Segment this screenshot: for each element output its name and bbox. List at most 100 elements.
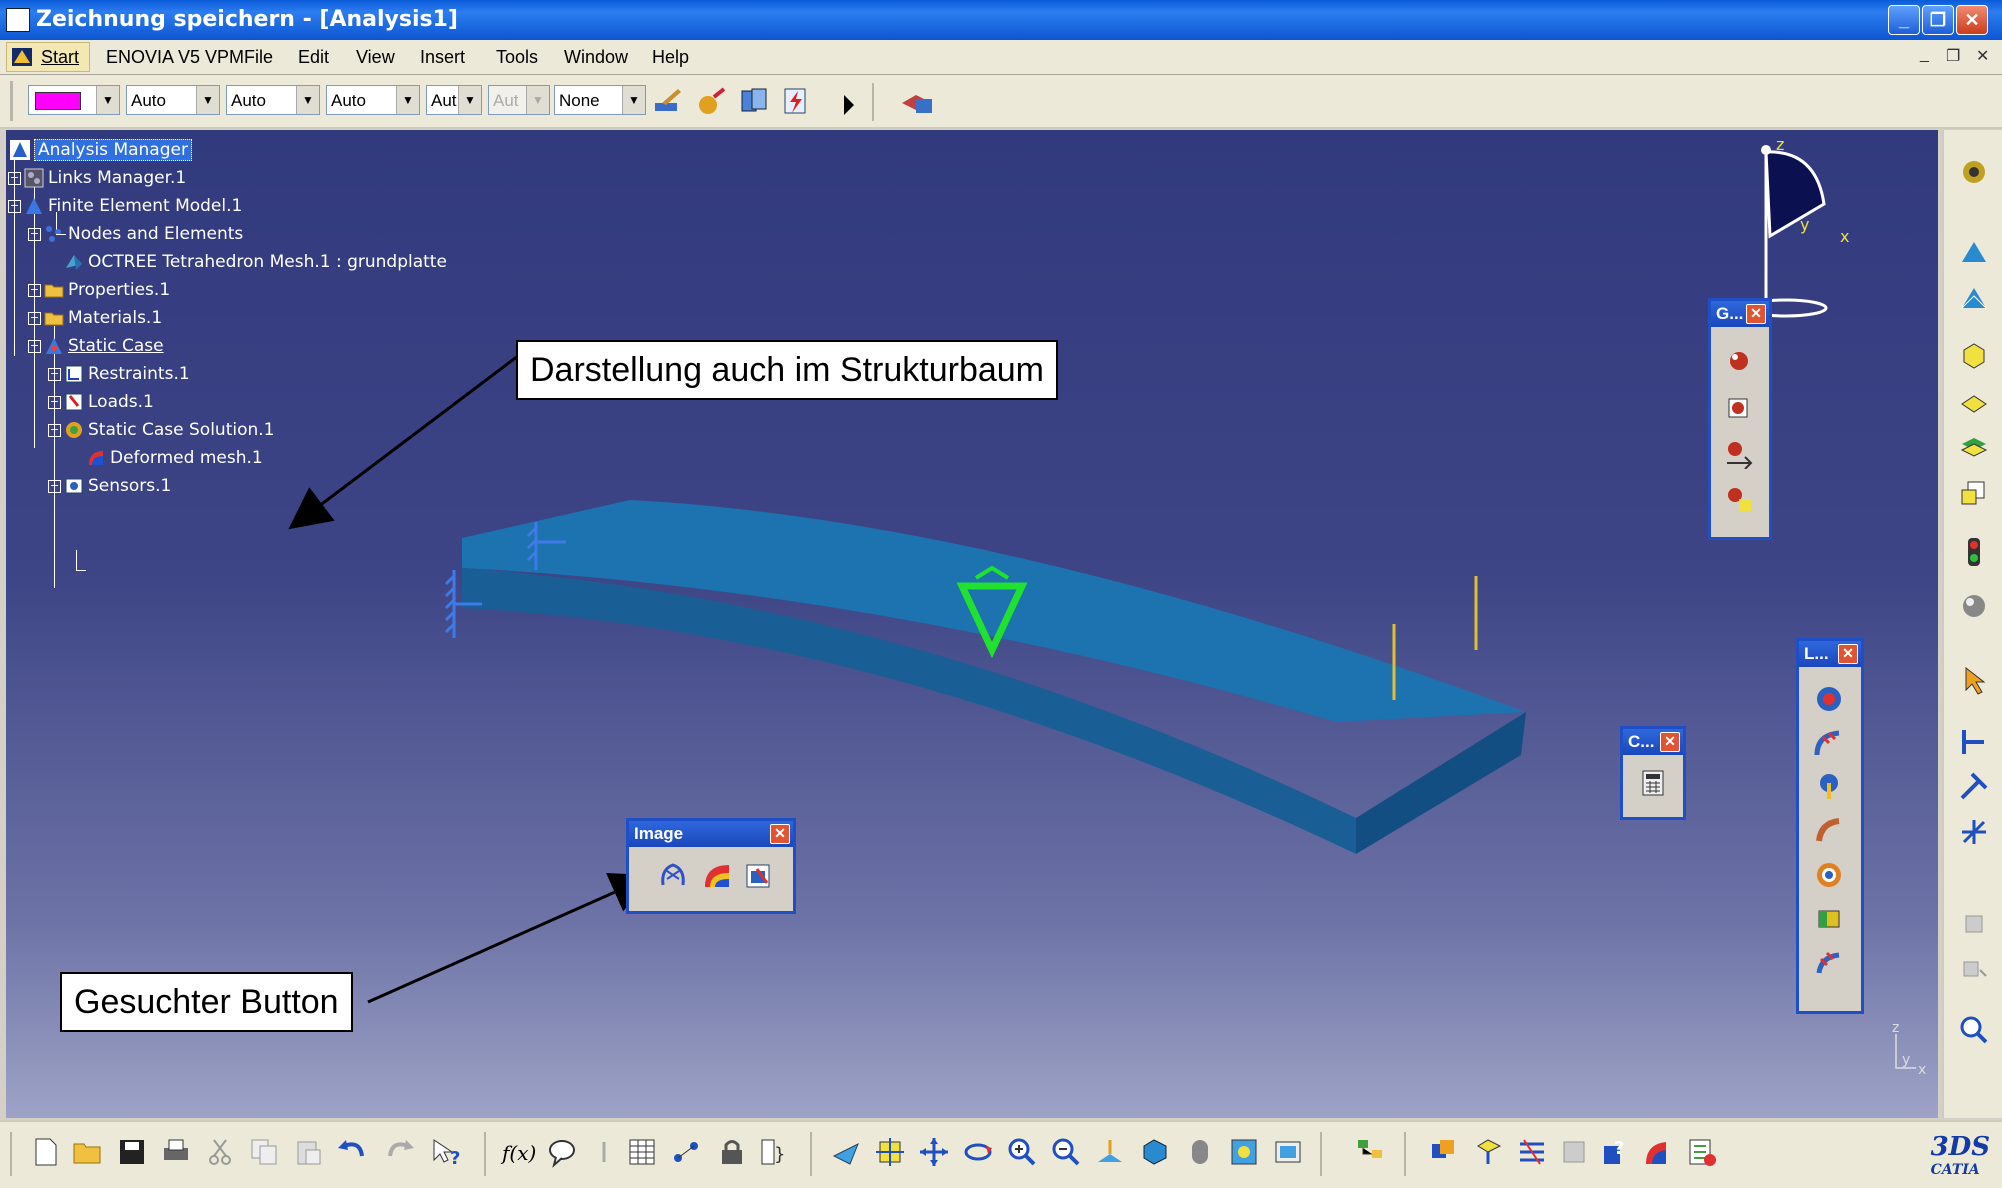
paste-icon[interactable] (292, 1136, 324, 1168)
generate-report-icon[interactable] (1686, 1136, 1718, 1168)
menu-tools[interactable]: Tools (496, 47, 538, 68)
menu-window[interactable]: Window (564, 47, 628, 68)
minimize-button[interactable]: _ (1888, 5, 1920, 35)
zoom-search-icon[interactable] (1958, 1014, 1990, 1046)
fit-all-icon[interactable] (874, 1136, 906, 1168)
sphere-icon[interactable] (1958, 590, 1990, 622)
new-file-icon[interactable] (30, 1136, 62, 1168)
toolbar-grip[interactable] (10, 1132, 12, 1176)
update-icon[interactable] (780, 85, 812, 117)
user-restraint-icon[interactable] (1958, 816, 1990, 848)
image-palette[interactable]: Image ✕ (626, 818, 796, 914)
surface-slider-icon[interactable] (1958, 770, 1990, 802)
gear-icon[interactable] (1958, 156, 1990, 188)
load-distributed-force-icon[interactable] (1813, 727, 1845, 759)
c-palette-title[interactable]: C... ✕ (1623, 729, 1683, 755)
shell-property-icon[interactable] (1958, 386, 1990, 418)
group-bodies-icon[interactable] (1723, 483, 1755, 515)
transparency-combo[interactable]: Auto ▼ (126, 85, 220, 115)
rule-check-icon[interactable]: } (758, 1136, 790, 1168)
chevron-down-icon[interactable]: ▼ (296, 86, 319, 114)
fly-mode-icon[interactable] (830, 1136, 862, 1168)
chevron-down-icon[interactable]: ▼ (96, 86, 119, 114)
shading-icon[interactable] (1184, 1136, 1216, 1168)
color-combo[interactable]: ▼ (28, 85, 120, 115)
normal-view-icon[interactable] (1094, 1136, 1126, 1168)
menu-view[interactable]: View (356, 47, 395, 68)
group-lines-icon[interactable] (1723, 391, 1755, 423)
stress-report-icon[interactable] (1516, 1136, 1548, 1168)
l-palette-close-button[interactable]: ✕ (1838, 644, 1858, 664)
traffic-light-icon[interactable] (1958, 536, 1990, 568)
chevron-down-icon[interactable]: ▼ (196, 86, 219, 114)
print-icon[interactable] (160, 1136, 192, 1168)
apply-material-icon[interactable] (696, 85, 728, 117)
chevron-down-icon[interactable]: ▼ (622, 86, 645, 114)
copy-icon[interactable] (248, 1136, 280, 1168)
g-palette-close-button[interactable]: ✕ (1746, 304, 1766, 324)
image-palette-close-button[interactable]: ✕ (770, 824, 790, 844)
compute-icon[interactable] (1637, 767, 1669, 799)
formula-icon[interactable]: f(x) (500, 1136, 540, 1168)
mdi-restore-button[interactable]: ❐ (1946, 46, 1960, 66)
menu-start[interactable]: Start (6, 42, 90, 72)
rotate-icon[interactable] (962, 1136, 994, 1168)
c-palette-close-button[interactable]: ✕ (1660, 732, 1680, 752)
multi-view-icon[interactable] (1428, 1136, 1460, 1168)
g-palette[interactable]: G... ✕ (1708, 298, 1772, 540)
undo-icon[interactable] (336, 1136, 368, 1168)
cut-icon[interactable] (204, 1136, 236, 1168)
catia-app-icon[interactable] (6, 8, 30, 32)
close-button[interactable]: ✕ (1956, 5, 1988, 35)
load-line-force-icon[interactable] (1813, 947, 1845, 979)
lock-icon[interactable] (716, 1136, 748, 1168)
menu-edit[interactable]: Edit (298, 47, 329, 68)
menu-help[interactable]: Help (652, 47, 689, 68)
toolbar-grip[interactable] (10, 81, 13, 121)
image-deformation-icon[interactable] (657, 859, 689, 891)
select-pointer-icon[interactable] (1958, 664, 1990, 696)
open-folder-icon[interactable] (72, 1136, 104, 1168)
l-palette[interactable]: L... ✕ (1796, 638, 1864, 1014)
chevron-down-icon[interactable]: ▼ (396, 86, 419, 114)
line-type-combo[interactable]: Auto ▼ (326, 85, 420, 115)
workbench-icon[interactable] (898, 85, 938, 117)
zoom-in-icon[interactable] (1006, 1136, 1038, 1168)
menu-file[interactable]: File (244, 47, 273, 68)
chevron-down-icon[interactable]: ▼ (458, 86, 481, 114)
l-palette-title[interactable]: L... ✕ (1799, 641, 1861, 667)
mesh-visualization-icon[interactable] (1472, 1136, 1504, 1168)
maximize-button[interactable]: ❐ (1922, 5, 1954, 35)
3d-viewport[interactable]: Analysis Manager + Links Manager.1 − Fin… (6, 130, 1938, 1118)
group-surfaces-icon[interactable] (1723, 437, 1755, 469)
image-palette-title[interactable]: Image ✕ (629, 821, 793, 847)
user-material-icon[interactable] (1958, 476, 1990, 508)
render-style-combo[interactable]: None ▼ (554, 85, 646, 115)
redo-icon[interactable] (384, 1136, 416, 1168)
load-importing-icon[interactable] (1813, 859, 1845, 891)
painter-brush-icon[interactable] (652, 85, 684, 117)
mesh-specification-icon[interactable] (1958, 282, 1990, 314)
tree-structure-icon[interactable] (1354, 1136, 1386, 1168)
load-pressure-icon[interactable] (1813, 683, 1845, 715)
material-stack-icon[interactable] (1958, 430, 1990, 462)
group-points-icon[interactable] (1723, 343, 1755, 375)
more-arrow-icon[interactable] (834, 89, 866, 121)
mdi-close-button[interactable]: ✕ (1976, 46, 1989, 66)
line-thickness-combo[interactable]: Auto ▼ (226, 85, 320, 115)
design-table-icon[interactable] (626, 1136, 658, 1168)
menu-enovia[interactable]: ENOVIA V5 VPM (106, 47, 244, 68)
property-cube-icon[interactable] (1958, 340, 1990, 372)
g-palette-title[interactable]: G... ✕ (1711, 301, 1769, 327)
clamp-restraint-icon[interactable] (1958, 726, 1990, 758)
publish-icon[interactable] (738, 85, 770, 117)
mdi-minimize-button[interactable]: _ (1920, 46, 1929, 64)
menu-insert[interactable]: Insert (420, 47, 465, 68)
whats-this-icon[interactable]: ? (430, 1136, 462, 1168)
swap-visible-space-icon[interactable] (1272, 1136, 1304, 1168)
point-type-combo[interactable]: Aut ▼ (426, 85, 482, 115)
zoom-out-icon[interactable] (1050, 1136, 1082, 1168)
hide-show-icon[interactable] (1228, 1136, 1260, 1168)
von-mises-stress-icon[interactable] (701, 859, 733, 891)
load-acceleration-icon[interactable] (1813, 903, 1845, 935)
